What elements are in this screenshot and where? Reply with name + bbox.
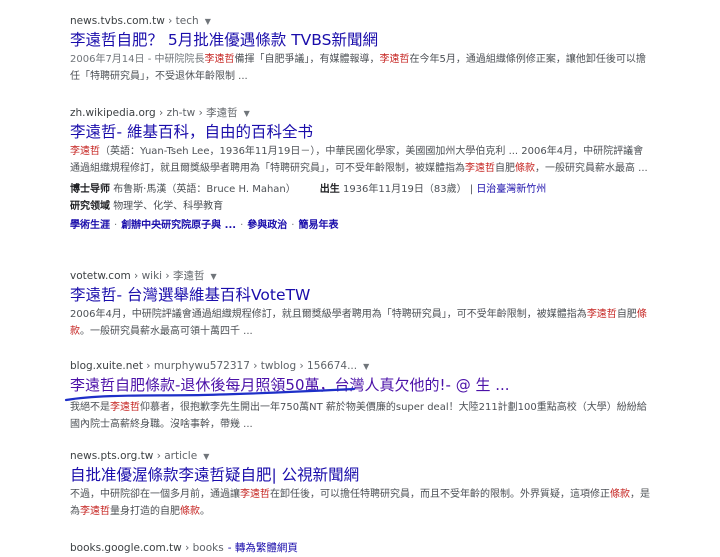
snippet-text: 。	[200, 506, 210, 517]
snippet-keyword: 條款	[515, 163, 535, 174]
snippet-keyword: 條款	[180, 506, 200, 517]
sitelink[interactable]: 簡易年表	[298, 220, 338, 231]
snippet-keyword: 李遠哲	[204, 54, 235, 65]
cite-domain: votetw.com	[70, 270, 131, 282]
cite-domain: books.google.com.tw	[70, 542, 182, 554]
search-result: news.tvbs.com.tw › tech ▼ 李遠哲自肥？ 5月批准優遇條款…	[70, 13, 650, 85]
cite-domain: news.tvbs.com.tw	[70, 15, 165, 27]
result-snippet: 李遠哲（英語：Yuan-Tseh Lee，1936年11月19日－），中華民國化…	[70, 143, 650, 177]
cite-domain: zh.wikipedia.org	[70, 107, 156, 119]
snippet-keyword: 李遠哲	[379, 54, 410, 65]
search-result: news.pts.org.tw › article ▼ 自批准優渥條款李遠哲疑自肥…	[70, 448, 650, 520]
chevron-down-icon[interactable]: ▼	[203, 452, 209, 461]
chevron-down-icon[interactable]: ▼	[363, 362, 369, 371]
chevron-down-icon[interactable]: ▼	[210, 272, 216, 281]
cite-domain: news.pts.org.tw	[70, 450, 154, 462]
snippet-keyword: 條款	[610, 489, 630, 500]
snippet-keyword: 李遠哲	[80, 506, 110, 517]
result-title-link[interactable]: 李遠哲- 維基百科，自由的百科全书	[70, 121, 650, 143]
snippet-text: 備揮「自肥爭議」，有媒體報導，	[234, 54, 380, 65]
result-cite[interactable]: blog.xuite.net › murphywu572317 › twblog…	[70, 358, 650, 374]
fact-value: 布鲁斯·馬漢（英語：Bruce H. Mahan）	[113, 184, 296, 195]
cite-domain: blog.xuite.net	[70, 360, 143, 372]
chevron-down-icon[interactable]: ▼	[205, 17, 211, 26]
snippet-keyword: 李遠哲	[586, 309, 617, 320]
result-cite[interactable]: votetw.com › wiki › 李遠哲 ▼	[70, 268, 650, 284]
snippet-text: 量身打造的自肥	[110, 506, 180, 517]
cite-path: › wiki › 李遠哲	[130, 270, 205, 282]
cite-path: › murphywu572317 › twblog › 156674...	[142, 360, 358, 372]
fact-label: 博士导师	[70, 184, 110, 195]
snippet-keyword: 李遠哲	[465, 163, 495, 174]
snippet-text: ，一般研究員薪水最高 ...	[535, 163, 648, 174]
snippet-text: 在卸任後，可以擔任特聘研究員，而且不受年齡的限制。外界質疑，這項修正	[270, 489, 610, 500]
annotation-underline	[64, 387, 356, 402]
separator: ·	[114, 220, 118, 231]
underline-stroke	[64, 387, 356, 402]
snippet-keyword: 李遠哲	[240, 489, 270, 500]
cite-path: › books	[181, 542, 224, 554]
separator: ·	[291, 220, 295, 231]
cite-path: › zh-tw › 李遠哲	[155, 107, 238, 119]
fact-label: 出生	[319, 184, 340, 195]
separator: ·	[240, 220, 244, 231]
result-snippet: 2006年4月，中研院評議會通過組織規程修訂，就且爾獎級學者聘用為「特聘研究員」…	[70, 306, 650, 340]
translate-link[interactable]: - 轉為繁體網頁	[228, 542, 298, 554]
snippet-text: 2006年7月14日 - 中研院院長	[70, 54, 205, 65]
result-title-link[interactable]: 李遠哲自肥？ 5月批准優遇條款 TVBS新聞網	[70, 29, 650, 51]
sitelink[interactable]: 參與政治	[247, 220, 287, 231]
sitelink[interactable]: 創辦中央研究院原子與 ...	[121, 220, 236, 231]
result-cite[interactable]: zh.wikipedia.org › zh-tw › 李遠哲 ▼	[70, 105, 650, 121]
result-title-link[interactable]: 李遠哲- 台灣選舉維基百科VoteTW	[70, 284, 650, 306]
result-cite[interactable]: news.pts.org.tw › article ▼	[70, 448, 650, 464]
result-title-link[interactable]: 自批准優渥條款李遠哲疑自肥| 公視新聞網	[70, 464, 650, 486]
snippet-text: 自肥	[616, 309, 637, 320]
result-cite[interactable]: books.google.com.tw › books - 轉為繁體網頁	[70, 540, 650, 556]
knowledge-facts: 博士导师 布鲁斯·馬漢（英語：Bruce H. Mahan） 出生 1936年11…	[70, 184, 547, 212]
result-snippet: 不過，中研院卻在一個多月前，通過讓李遠哲在卸任後，可以擔任特聘研究員，而且不受年…	[70, 486, 650, 520]
cite-path: › tech	[164, 15, 199, 27]
snippet-text: 不過，中研院卻在一個多月前，通過讓	[70, 489, 240, 500]
result-cite[interactable]: news.tvbs.com.tw › tech ▼	[70, 13, 650, 29]
fact-link[interactable]: 日治臺灣新竹州	[476, 184, 546, 195]
sitelink[interactable]: 學術生涯	[70, 220, 110, 231]
search-result: votetw.com › wiki › 李遠哲 ▼ 李遠哲- 台灣選舉維基百科Vo…	[70, 268, 650, 340]
chevron-down-icon[interactable]: ▼	[244, 109, 250, 118]
fact-value: 1936年11月19日（83歲）	[342, 184, 467, 195]
search-result: zh.wikipedia.org › zh-tw › 李遠哲 ▼ 李遠哲- 維基百…	[70, 105, 650, 234]
result-snippet: 2006年7月14日 - 中研院院長李遠哲備揮「自肥爭議」，有媒體報導，李遠哲在…	[70, 51, 650, 85]
fact-value: 物理学、化学、科學教育	[113, 201, 224, 212]
snippet-text: 2006年4月，中研院評議會通過組織規程修訂，就且爾獎級學者聘用為「特聘研究員」…	[70, 309, 587, 320]
search-result: books.google.com.tw › books - 轉為繁體網頁	[70, 540, 650, 556]
fact-label: 研究领域	[70, 201, 110, 212]
cite-path: › article	[153, 450, 198, 462]
snippet-text: 。一般研究員薪水最高可領十萬四千 ...	[80, 326, 253, 337]
sitelinks: 學術生涯 · 創辦中央研究院原子與 ... · 參與政治 · 簡易年表	[70, 217, 650, 234]
snippet-text: 自肥	[495, 163, 515, 174]
snippet-keyword: 李遠哲	[70, 146, 100, 157]
